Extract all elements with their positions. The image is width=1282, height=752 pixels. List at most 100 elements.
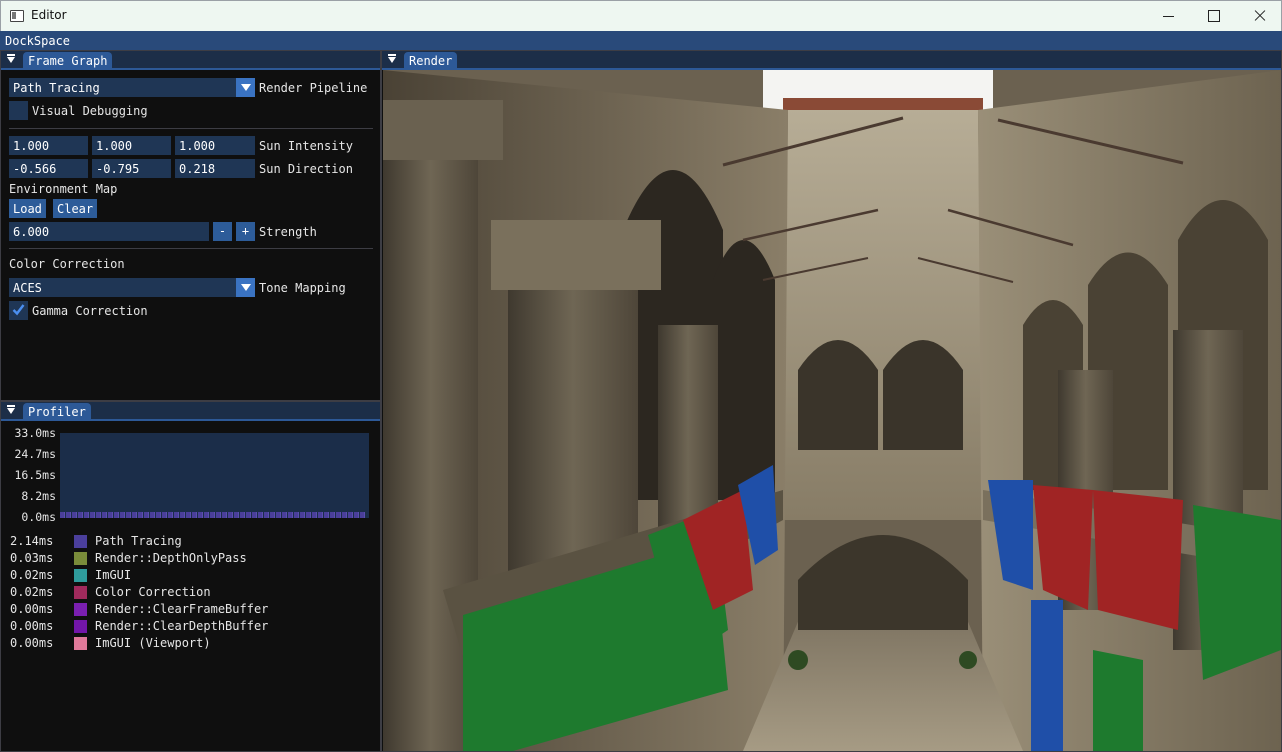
render-panel: Render	[381, 50, 1282, 752]
histogram-bar	[342, 512, 347, 518]
histogram-bar	[96, 512, 101, 518]
histogram-bar	[300, 512, 305, 518]
strength-decrement-button[interactable]: -	[213, 222, 232, 241]
sun-direction-x-value: -0.566	[13, 162, 57, 176]
histogram-bar	[186, 512, 191, 518]
histogram-bar	[318, 512, 323, 518]
histogram-bar	[120, 512, 125, 518]
sun-direction-z-field[interactable]: 0.218	[175, 159, 255, 178]
histogram-bar	[282, 512, 287, 518]
profiler-entry-name: ImGUI (Viewport)	[95, 636, 211, 650]
separator	[9, 128, 373, 129]
dockspace-label: DockSpace	[5, 34, 71, 48]
visual-debugging-checkbox[interactable]	[9, 101, 28, 120]
frame-graph-tab-bar: Frame Graph	[1, 51, 380, 70]
profiler-entry-color-swatch	[74, 552, 87, 565]
histogram-bar	[270, 512, 275, 518]
histogram-bar	[138, 512, 143, 518]
histogram-bar	[210, 512, 215, 518]
sun-direction-label: Sun Direction	[259, 162, 353, 176]
sun-intensity-r-field[interactable]: 1.000	[9, 136, 88, 155]
sun-intensity-label: Sun Intensity	[259, 139, 353, 153]
frame-time-histogram[interactable]	[60, 433, 369, 518]
gamma-correction-checkbox[interactable]	[9, 301, 28, 320]
chevron-down-icon[interactable]	[236, 78, 255, 97]
histogram-bar	[84, 512, 89, 518]
sun-intensity-r-value: 1.000	[13, 139, 50, 153]
tab-profiler[interactable]: Profiler	[23, 403, 91, 421]
histogram-bar	[180, 512, 185, 518]
y-axis-label: 33.0ms	[14, 426, 56, 440]
histogram-bar	[150, 512, 155, 518]
profiler-entry-time: 0.00ms	[10, 636, 54, 650]
render-pipeline-combo[interactable]: Path Tracing	[9, 78, 255, 97]
profiler-entry-color-swatch	[74, 620, 87, 633]
sun-intensity-g-field[interactable]: 1.000	[92, 136, 171, 155]
profiler-entry-time: 0.02ms	[10, 585, 54, 599]
tone-mapping-combo[interactable]: ACES	[9, 278, 255, 297]
profiler-entry-name: Path Tracing	[95, 534, 182, 548]
histogram-bar	[90, 512, 95, 518]
tone-mapping-value: ACES	[13, 281, 42, 295]
profiler-entry-color-swatch	[74, 637, 87, 650]
dockspace-menu-bar: DockSpace	[0, 31, 1282, 50]
sun-direction-y-field[interactable]: -0.795	[92, 159, 171, 178]
histogram-bar	[252, 512, 257, 518]
histogram-bar	[360, 512, 365, 518]
minimize-icon[interactable]	[1145, 1, 1191, 31]
histogram-bar	[330, 512, 335, 518]
gamma-correction-label: Gamma Correction	[32, 304, 148, 318]
histogram-bar	[222, 512, 227, 518]
tone-mapping-label: Tone Mapping	[259, 281, 346, 295]
y-axis-label: 24.7ms	[14, 447, 56, 461]
chevron-down-icon[interactable]	[236, 278, 255, 297]
histogram-bar	[354, 512, 359, 518]
color-correction-label: Color Correction	[9, 257, 125, 271]
profiler-panel: Profiler 33.0ms 24.7ms 16.5ms 8.2ms 0.0m…	[0, 401, 381, 752]
sun-direction-z-value: 0.218	[179, 162, 216, 176]
profiler-entry-name: Color Correction	[95, 585, 211, 599]
maximize-icon[interactable]	[1191, 1, 1237, 31]
y-axis-label: 16.5ms	[14, 468, 56, 482]
tab-frame-graph[interactable]: Frame Graph	[23, 52, 113, 70]
render-viewport[interactable]	[383, 70, 1281, 751]
histogram-bar	[312, 512, 317, 518]
histogram-bar	[258, 512, 263, 518]
strength-increment-button[interactable]: +	[236, 222, 255, 241]
histogram-bar	[246, 512, 251, 518]
rendered-scene-image	[383, 70, 1281, 751]
histogram-bar	[324, 512, 329, 518]
tab-render[interactable]: Render	[404, 52, 458, 70]
close-icon[interactable]	[1237, 1, 1282, 31]
histogram-bar	[216, 512, 221, 518]
profiler-entry-time: 2.14ms	[10, 534, 54, 548]
histogram-bar	[126, 512, 131, 518]
sun-direction-x-field[interactable]: -0.566	[9, 159, 88, 178]
render-pipeline-label: Render Pipeline	[259, 81, 368, 95]
histogram-bar	[348, 512, 353, 518]
window-menu-icon[interactable]	[7, 405, 15, 414]
histogram-bar	[204, 512, 209, 518]
histogram-bar	[60, 512, 65, 518]
window-menu-icon[interactable]	[7, 54, 15, 63]
sun-intensity-b-field[interactable]: 1.000	[175, 136, 255, 155]
strength-field[interactable]: 6.000	[9, 222, 209, 241]
histogram-bar	[294, 512, 299, 518]
clear-button[interactable]: Clear	[53, 199, 98, 218]
profiler-entry-color-swatch	[74, 535, 87, 548]
load-button[interactable]: Load	[9, 199, 46, 218]
histogram-bar	[234, 512, 239, 518]
profiler-entry-color-swatch	[74, 603, 87, 616]
sun-direction-y-value: -0.795	[96, 162, 140, 176]
render-pipeline-value: Path Tracing	[13, 81, 100, 95]
histogram-bar	[102, 512, 107, 518]
histogram-bar	[162, 512, 167, 518]
profiler-entry-time: 0.00ms	[10, 602, 54, 616]
histogram-bar	[264, 512, 269, 518]
window-menu-icon[interactable]	[388, 54, 396, 63]
profiler-tab-bar: Profiler	[1, 402, 380, 421]
strength-value: 6.000	[13, 225, 50, 239]
histogram-bar	[276, 512, 281, 518]
histogram-bar	[240, 512, 245, 518]
histogram-bar	[144, 512, 149, 518]
